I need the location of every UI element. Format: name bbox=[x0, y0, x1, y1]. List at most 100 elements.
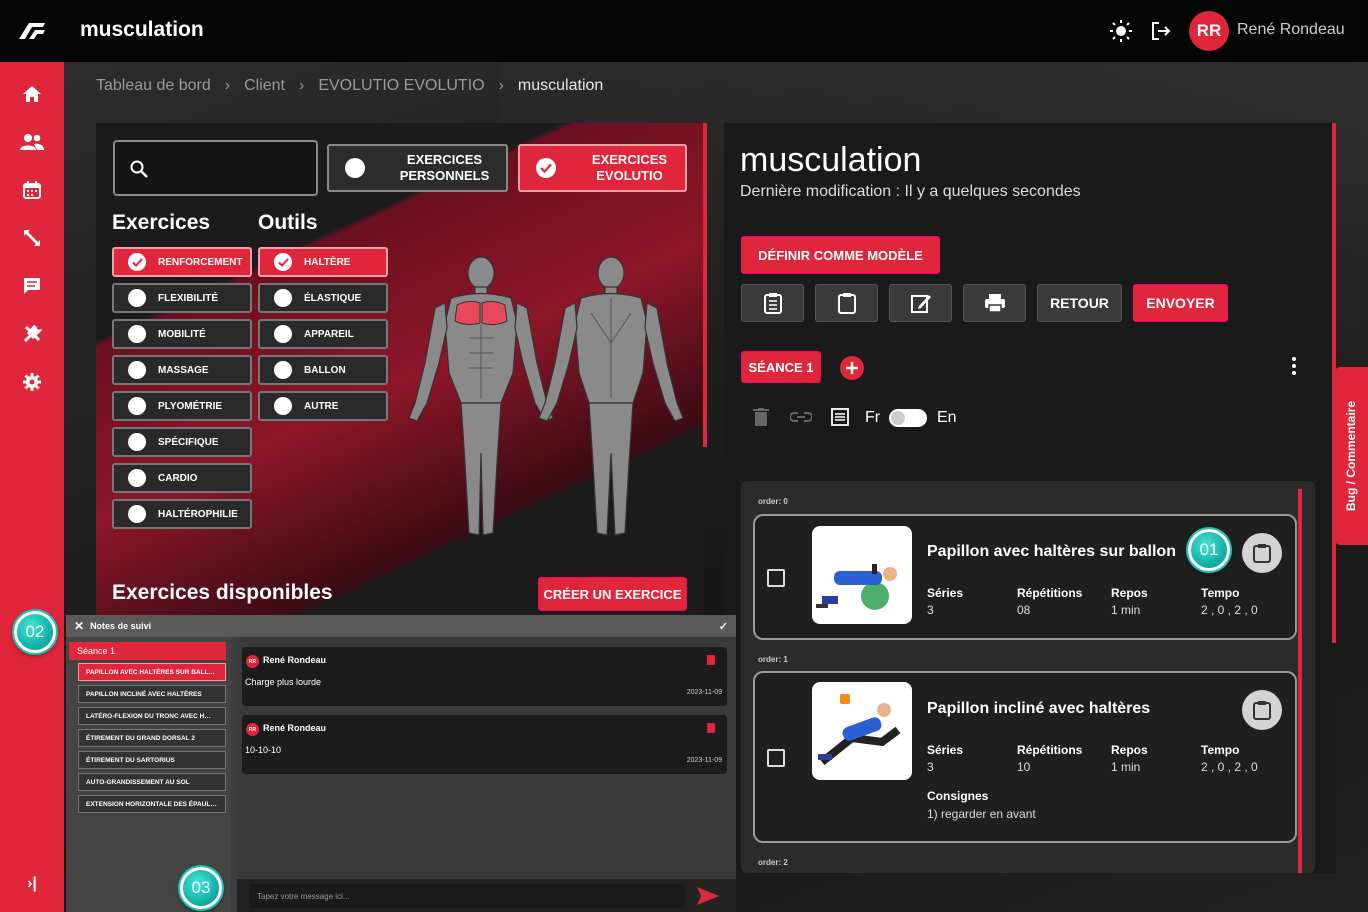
collapse-sidebar-icon[interactable]: ›| bbox=[18, 870, 46, 898]
chip-label: CARDIO bbox=[158, 472, 198, 484]
toggle-exercices-personnels[interactable]: EXERCICES PERSONNELS bbox=[327, 144, 508, 192]
cards-scrollbar[interactable] bbox=[1298, 489, 1302, 873]
print-button[interactable] bbox=[963, 284, 1026, 322]
trash-icon[interactable] bbox=[707, 655, 715, 665]
radio-off-icon bbox=[345, 158, 365, 178]
sun-icon[interactable] bbox=[1110, 20, 1132, 42]
exercise-card[interactable]: Papillon incliné avec haltères Séries 3 … bbox=[753, 671, 1297, 843]
exercise-title: Papillon incliné avec haltères bbox=[927, 700, 1151, 717]
clients-icon[interactable] bbox=[18, 128, 46, 156]
chip-label: FLEXIBILITÉ bbox=[158, 292, 218, 304]
radio-off-icon bbox=[128, 505, 146, 523]
tool-category-chip[interactable]: BALLON bbox=[258, 355, 388, 385]
clipboard-icon bbox=[837, 293, 856, 314]
outils-heading: Outils bbox=[258, 211, 318, 234]
available-exercises-heading: Exercices disponibles bbox=[112, 581, 333, 604]
edit-button[interactable] bbox=[889, 284, 952, 322]
notes-exercise-item[interactable]: LATÉRO-FLEXION DU TRONC AVEC H… bbox=[78, 707, 226, 725]
exercise-category-chip[interactable]: CARDIO bbox=[112, 463, 252, 493]
back-button[interactable]: RETOUR bbox=[1037, 284, 1122, 322]
chip-label: HALTÈRE bbox=[304, 256, 351, 268]
calendar-icon[interactable] bbox=[18, 176, 46, 204]
breadcrumb-dashboard[interactable]: Tableau de bord bbox=[96, 77, 211, 95]
brand-logo[interactable] bbox=[0, 0, 64, 62]
bug-report-tab[interactable]: Bug / Commentaire bbox=[1333, 367, 1368, 545]
set-template-button[interactable]: DÉFINIR COMME MODÈLE bbox=[741, 236, 940, 274]
toggle-exercices-evolutio[interactable]: EXERCICES EVOLUTIO bbox=[518, 144, 687, 192]
settings-icon[interactable] bbox=[18, 368, 46, 396]
exercise-checkbox[interactable] bbox=[767, 749, 785, 767]
breadcrumb-separator: › bbox=[224, 77, 231, 94]
clipboard-icon bbox=[1253, 544, 1271, 563]
home-icon[interactable] bbox=[18, 80, 46, 108]
user-name[interactable]: René Rondeau bbox=[1237, 21, 1345, 39]
tool-category-chip[interactable]: ÉLASTIQUE bbox=[258, 283, 388, 313]
notes-list-button[interactable] bbox=[741, 284, 804, 322]
breadcrumb-current: musculation bbox=[517, 77, 604, 94]
notes-exercise-item[interactable]: ÉTIREMENT DU GRAND DORSAL 2 bbox=[78, 729, 226, 747]
send-button[interactable]: ENVOYER bbox=[1133, 284, 1228, 322]
notes-exercise-item[interactable]: AUTO-GRANDISSEMENT AU SOL bbox=[78, 773, 226, 791]
check-icon bbox=[128, 253, 146, 271]
more-options-icon[interactable] bbox=[1290, 356, 1298, 376]
create-exercise-button[interactable]: CRÉER UN EXERCICE bbox=[538, 577, 687, 611]
delete-icon[interactable] bbox=[753, 408, 769, 426]
exercise-checkbox[interactable] bbox=[767, 569, 785, 587]
close-icon[interactable]: ✕ bbox=[74, 619, 84, 633]
check-icon bbox=[536, 158, 556, 178]
body-map[interactable] bbox=[401, 253, 691, 543]
print-icon bbox=[984, 294, 1005, 313]
radio-off-icon bbox=[274, 361, 292, 379]
breadcrumb-client-name[interactable]: EVOLUTIO EVOLUTIO bbox=[318, 77, 484, 95]
tool-category-chip[interactable]: HALTÈRE bbox=[258, 247, 388, 277]
logout-icon[interactable] bbox=[1150, 20, 1172, 42]
clipboard-button[interactable] bbox=[815, 284, 878, 322]
radio-off-icon bbox=[128, 433, 146, 451]
tools-icon[interactable] bbox=[18, 320, 46, 348]
exercise-category-chip[interactable]: MOBILITÉ bbox=[112, 319, 252, 349]
tool-category-chip[interactable]: AUTRE bbox=[258, 391, 388, 421]
resize-icon[interactable] bbox=[18, 224, 46, 252]
chip-label: RENFORCEMENT bbox=[158, 256, 243, 268]
notes-exercise-item[interactable]: ÉTIREMENT DU SARTORIUS bbox=[78, 751, 226, 769]
check-icon[interactable]: ✓ bbox=[719, 620, 728, 633]
lang-en-label: En bbox=[937, 409, 957, 426]
add-session-button[interactable] bbox=[840, 356, 864, 380]
user-avatar[interactable]: RR bbox=[1189, 11, 1229, 51]
chip-label: APPAREIL bbox=[304, 328, 354, 340]
notes-session-header[interactable]: Séance 1 bbox=[69, 642, 226, 660]
exercise-notes-button[interactable] bbox=[1242, 533, 1282, 573]
chip-label: SPÉCIFIQUE bbox=[158, 436, 219, 448]
scrollbar[interactable] bbox=[703, 123, 707, 447]
exercise-category-chip[interactable]: SPÉCIFIQUE bbox=[112, 427, 252, 457]
annotation-marker-01: 01 bbox=[1188, 529, 1230, 571]
send-icon[interactable] bbox=[697, 887, 719, 905]
notes-list-icon bbox=[763, 293, 782, 314]
exercise-category-chip[interactable]: RENFORCEMENT bbox=[112, 247, 252, 277]
notes-exercise-item[interactable]: PAPILLON INCLINÉ AVEC HALTÈRES bbox=[78, 685, 226, 703]
chip-label: BALLON bbox=[304, 364, 346, 376]
note-date: 2023-11-09 bbox=[686, 689, 722, 696]
tab-seance-1[interactable]: SÉANCE 1 bbox=[741, 351, 821, 383]
message-input[interactable]: Tapez votre message ici... bbox=[249, 884, 685, 908]
list-view-icon[interactable] bbox=[831, 408, 849, 426]
notes-header: ✕ Notes de suivi ✓ bbox=[66, 615, 736, 637]
tool-category-chip[interactable]: APPAREIL bbox=[258, 319, 388, 349]
breadcrumb-client[interactable]: Client bbox=[244, 77, 285, 95]
radio-off-icon bbox=[128, 289, 146, 307]
tempo-label: Tempo bbox=[1201, 743, 1240, 757]
exercise-category-chip[interactable]: HALTÉROPHILIE bbox=[112, 499, 252, 529]
exercise-category-chip[interactable]: MASSAGE bbox=[112, 355, 252, 385]
exercise-category-chip[interactable]: FLEXIBILITÉ bbox=[112, 283, 252, 313]
exercise-notes-button[interactable] bbox=[1242, 690, 1282, 730]
language-toggle[interactable] bbox=[889, 409, 927, 427]
trash-icon[interactable] bbox=[707, 723, 715, 733]
reps-label: Répétitions bbox=[1017, 586, 1083, 600]
link-icon[interactable] bbox=[790, 410, 812, 424]
search-input[interactable] bbox=[113, 140, 318, 196]
notes-exercise-item[interactable]: EXTENSION HORIZONTALE DES ÉPAUL… bbox=[78, 795, 226, 813]
radio-off-icon bbox=[128, 361, 146, 379]
notes-exercise-item[interactable]: PAPILLON AVEC HALTÈRES SUR BALL… bbox=[78, 663, 226, 681]
exercise-category-chip[interactable]: PLYOMÉTRIE bbox=[112, 391, 252, 421]
message-icon[interactable] bbox=[18, 272, 46, 300]
